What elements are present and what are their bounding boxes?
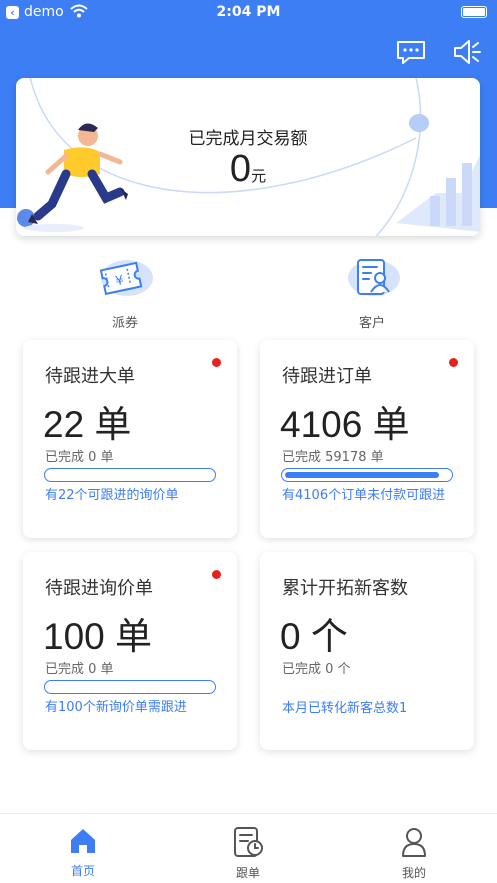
card-title: 待跟进大单	[45, 366, 135, 387]
speaker-icon[interactable]	[451, 36, 483, 68]
card-value: 0 个	[280, 616, 348, 657]
pending-orders-card[interactable]: 待跟进订单 4106 单 已完成 59178 单 有4106个订单未付款可跟进	[260, 340, 474, 538]
tab-bar: 首页 跟单 我的	[0, 813, 497, 883]
card-value: 4106 单	[280, 404, 410, 445]
tab-label: 首页	[70, 864, 95, 878]
card-link[interactable]: 有100个新询价单需跟进	[45, 699, 223, 717]
coupon-shortcut[interactable]: ¥ 派券	[85, 254, 165, 331]
notification-dot	[212, 358, 221, 367]
card-link[interactable]: 有22个可跟进的询价单	[45, 487, 223, 505]
coupon-icon: ¥	[99, 260, 153, 296]
progress-bar	[44, 680, 216, 694]
status-bar: ‹ demo 2:04 PM	[0, 0, 497, 26]
progress-bar	[281, 468, 453, 482]
coupon-label: 派券	[111, 316, 138, 331]
amount-value: 0	[229, 148, 252, 190]
tab-order-tracking[interactable]: 跟单	[208, 826, 288, 881]
monthly-sales-card: 已完成月交易额 0元	[16, 78, 480, 236]
card-value: 100 单	[43, 616, 153, 657]
notification-dot	[212, 570, 221, 579]
battery-icon	[461, 6, 487, 18]
new-customers-card[interactable]: 累计开拓新客数 0 个 已完成 0 个 本月已转化新客总数1	[260, 552, 474, 750]
monthly-sales-amount: 0元	[16, 148, 480, 191]
clock: 2:04 PM	[216, 4, 281, 20]
card-link[interactable]: 本月已转化新客总数1	[282, 700, 460, 718]
tab-home[interactable]: 首页	[43, 826, 123, 879]
card-completed: 已完成 59178 单	[282, 450, 384, 465]
customer-icon	[348, 259, 400, 296]
notification-dot	[449, 358, 458, 367]
monthly-sales-title: 已完成月交易额	[188, 129, 308, 149]
amount-unit: 元	[251, 167, 267, 185]
customer-shortcut[interactable]: 客户	[332, 254, 412, 331]
tab-label: 我的	[401, 866, 426, 880]
pending-inquiries-card[interactable]: 待跟进询价单 100 单 已完成 0 单 有100个新询价单需跟进	[23, 552, 237, 750]
card-title: 待跟进订单	[282, 366, 372, 387]
card-link[interactable]: 有4106个订单未付款可跟进	[282, 487, 460, 505]
card-title: 待跟进询价单	[45, 578, 153, 599]
home-icon	[71, 829, 95, 853]
card-completed: 已完成 0 单	[45, 662, 114, 677]
card-completed: 已完成 0 单	[45, 450, 114, 465]
progress-fill	[285, 471, 439, 478]
tab-profile[interactable]: 我的	[374, 826, 454, 881]
customer-label: 客户	[358, 316, 385, 331]
order-tracking-icon	[234, 827, 263, 857]
tab-label: 跟单	[235, 866, 260, 880]
chat-icon[interactable]	[395, 36, 427, 68]
profile-icon	[402, 828, 426, 857]
pending-large-orders-card[interactable]: 待跟进大单 22 单 已完成 0 单 有22个可跟进的询价单	[23, 340, 237, 538]
progress-bar	[44, 468, 216, 482]
card-title: 累计开拓新客数	[282, 578, 408, 599]
card-completed: 已完成 0 个	[282, 662, 351, 677]
card-value: 22 单	[43, 404, 132, 445]
